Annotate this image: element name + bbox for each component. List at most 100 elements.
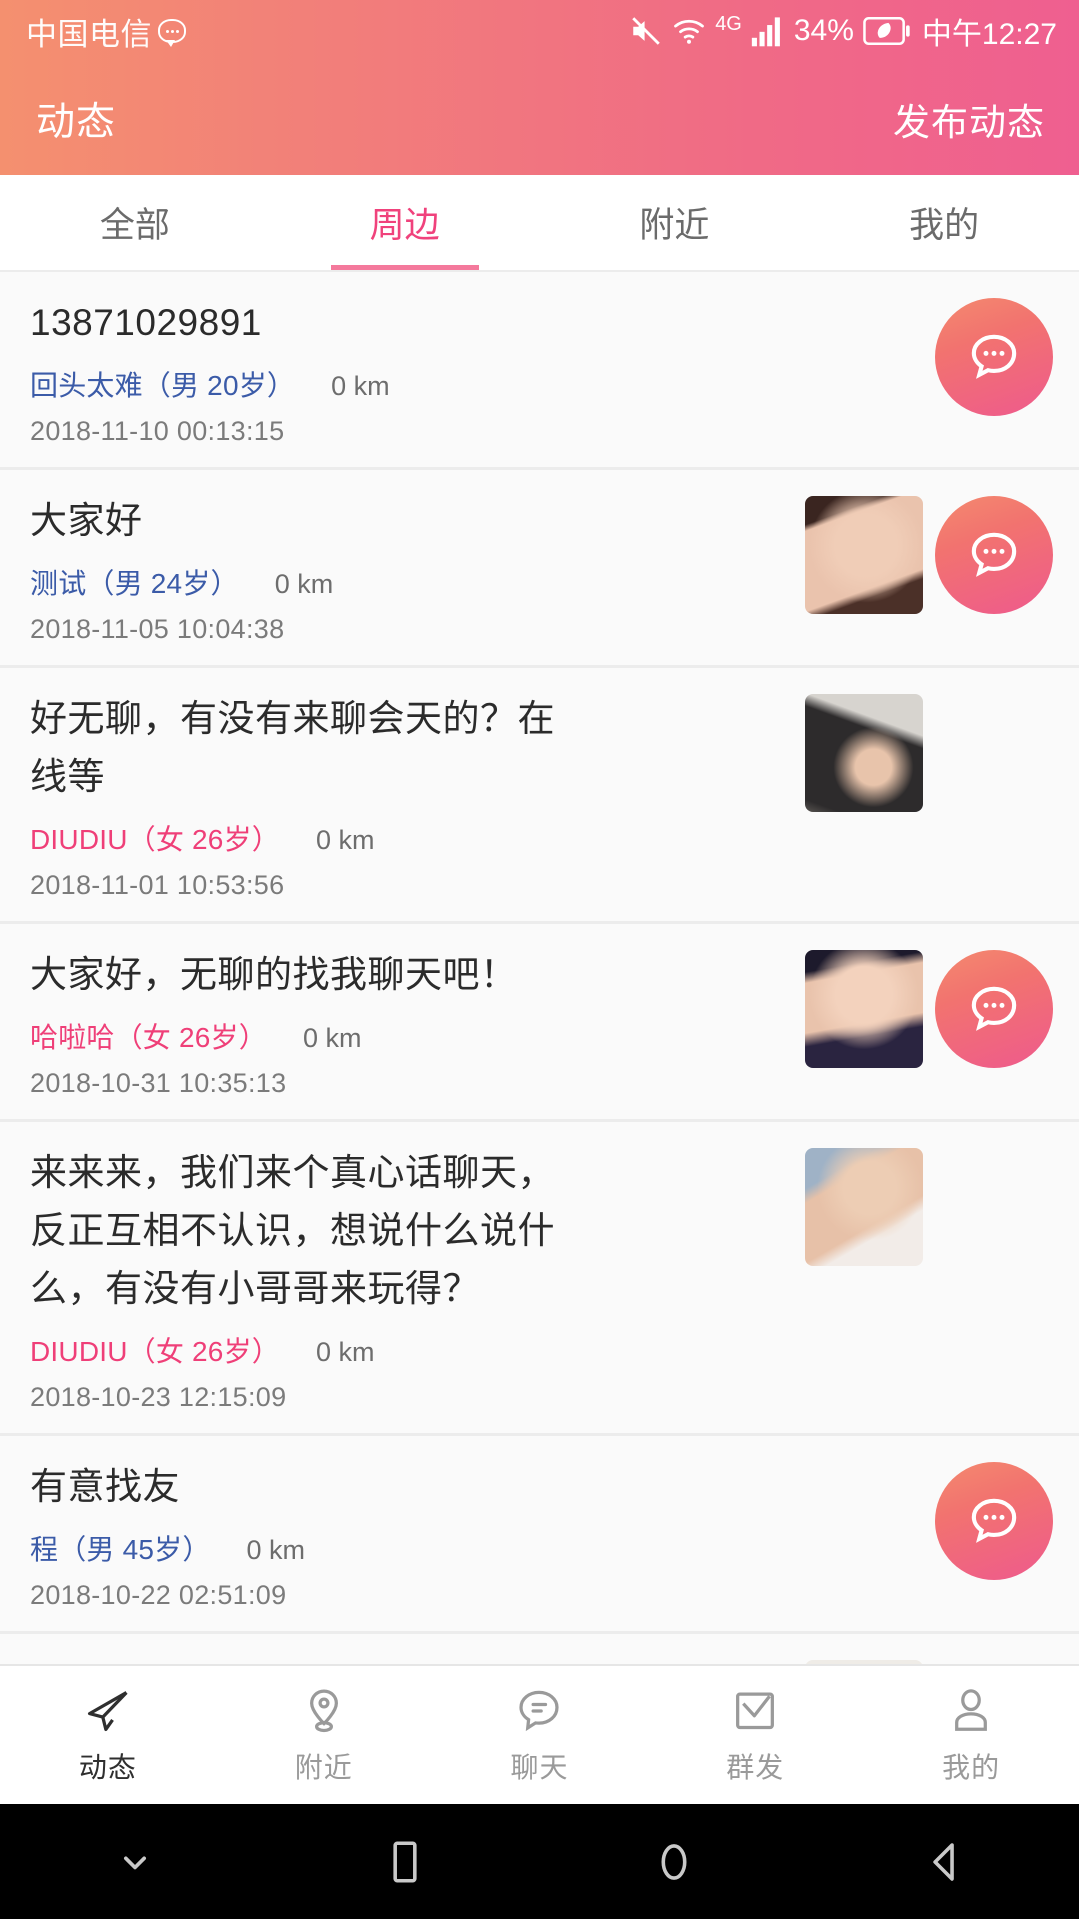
post-author[interactable]: 测试（男 24岁） [30,562,239,602]
post-time: 2018-10-23 12:15:09 [30,1382,791,1413]
list-item[interactable]: 好无聊，有没有来聊会天的？在线等 DIUDIU（女 26岁） 0 km 2018… [0,668,1079,924]
home-button[interactable] [540,1837,810,1887]
chat-button[interactable] [935,1462,1053,1580]
post-content: 大家好，无聊的找我聊天吧！ 哈啦哈（女 26岁） 0 km 2018-10-31… [30,946,805,1099]
list-item[interactable]: 大家好，无聊的找我聊天吧！ 哈啦哈（女 26岁） 0 km 2018-10-31… [0,924,1079,1122]
chat-button[interactable] [935,496,1053,614]
list-item[interactable]: 来来来，我们来个真心话聊天，反正互相不认识，想说什么说什么，有没有小哥哥来玩得？… [0,1122,1079,1436]
page-title: 动态 [36,91,116,147]
person-icon [945,1685,997,1737]
post-author[interactable]: DIUDIU（女 26岁） [30,1330,280,1370]
battery-percent-label: 34% [794,14,854,48]
bottom-nav-nearby[interactable]: 附近 [216,1666,432,1804]
bottom-nav-chat[interactable]: 聊天 [432,1666,648,1804]
recents-square-icon [383,1837,427,1887]
post-text: 好无聊，有没有来聊会天的？在线等 [30,690,590,806]
post-distance: 0 km [303,1023,362,1054]
post-meta: 测试（男 24岁） 0 km [30,562,791,602]
post-time: 2018-11-01 10:53:56 [30,870,791,901]
post-meta: 哈啦哈（女 26岁） 0 km [30,1016,791,1056]
post-content: 有意找友 程（男 45岁） 0 km 2018-10-22 02:51:09 [30,1458,805,1611]
post-content: 大家好 测试（男 24岁） 0 km 2018-11-05 10:04:38 [30,492,805,645]
post-thumbnail[interactable] [805,694,923,812]
home-circle-icon [651,1837,697,1887]
post-author[interactable]: 哈啦哈（女 26岁） [30,1016,267,1056]
back-button[interactable] [809,1837,1079,1887]
bottom-nav-mine[interactable]: 我的 [863,1666,1079,1804]
post-meta: 程（男 45岁） 0 km [30,1528,791,1568]
publish-post-button[interactable]: 发布动态 [893,92,1045,146]
carrier-name: 中国电信 [26,9,152,54]
post-text: 天气越来越冷，不开心！需要一个 [30,1656,650,1664]
post-meta: DIUDIU（女 26岁） 0 km [30,1330,791,1370]
post-content: 天气越来越冷，不开心！需要一个 [30,1656,805,1664]
post-author[interactable]: DIUDIU（女 26岁） [30,818,280,858]
post-content: 13871029891 回头太难（男 20岁） 0 km 2018-11-10 … [30,294,805,447]
status-bar: 中国电信 4G [0,0,1079,62]
bottom-nav-broadcast[interactable]: 群发 [647,1666,863,1804]
post-meta: DIUDIU（女 26岁） 0 km [30,818,791,858]
bottom-nav-label: 附近 [295,1746,353,1786]
post-author[interactable]: 回头太难（男 20岁） [30,364,295,404]
chat-bubble-icon [513,1685,565,1737]
bottom-nav-label: 群发 [726,1746,784,1786]
post-thumbnail[interactable] [805,1148,923,1266]
post-author[interactable]: 程（男 45岁） [30,1528,211,1568]
back-triangle-icon [921,1837,967,1887]
post-thumbnail[interactable] [805,1660,923,1664]
bottom-navigation: 动态 附近 聊天 [0,1664,1079,1804]
post-text: 13871029891 [30,294,791,352]
bottom-nav-dynamic[interactable]: 动态 [0,1666,216,1804]
bottom-nav-label: 我的 [942,1746,1000,1786]
post-feed[interactable]: 13871029891 回头太难（男 20岁） 0 km 2018-11-10 … [0,272,1079,1664]
chevron-down-icon [113,1840,157,1884]
battery-icon [863,17,911,45]
tab-nearby[interactable]: 附近 [540,175,810,270]
signal-bars-icon [751,15,785,47]
app-header: 动态 发布动态 [0,62,1079,175]
post-time: 2018-11-05 10:04:38 [30,614,791,645]
tab-mine[interactable]: 我的 [809,175,1079,270]
carrier-group: 中国电信 [26,9,186,54]
chat-button[interactable] [935,950,1053,1068]
list-item[interactable]: 有意找友 程（男 45岁） 0 km 2018-10-22 02:51:09 [0,1436,1079,1634]
post-time: 2018-10-31 10:35:13 [30,1068,791,1099]
envelope-check-icon [729,1685,781,1737]
status-clock: 中午12:27 [922,9,1057,53]
list-item[interactable]: 天气越来越冷，不开心！需要一个 [0,1634,1079,1664]
post-time: 2018-10-22 02:51:09 [30,1580,791,1611]
post-thumbnail[interactable] [805,496,923,614]
post-text: 大家好 [30,492,791,550]
post-content: 好无聊，有没有来聊会天的？在线等 DIUDIU（女 26岁） 0 km 2018… [30,690,805,901]
list-item[interactable]: 大家好 测试（男 24岁） 0 km 2018-11-05 10:04:38 [0,470,1079,668]
recents-button[interactable] [270,1837,540,1887]
post-thumbnail[interactable] [805,950,923,1068]
post-distance: 0 km [316,1337,375,1368]
paper-plane-icon [82,1685,134,1737]
status-icons: 4G 34% 中午12:27 [629,9,1057,53]
tab-all[interactable]: 全部 [0,175,270,270]
chat-button[interactable] [935,298,1053,416]
post-text: 有意找友 [30,1458,791,1516]
network-type-label: 4G [715,13,742,36]
post-text: 来来来，我们来个真心话聊天，反正互相不认识，想说什么说什么，有没有小哥哥来玩得？ [30,1144,590,1318]
post-distance: 0 km [247,1535,306,1566]
bottom-nav-label: 聊天 [510,1746,568,1786]
mute-icon [629,14,663,48]
hide-keyboard-button[interactable] [0,1840,270,1884]
bottom-nav-label: 动态 [79,1746,137,1786]
post-content: 来来来，我们来个真心话聊天，反正互相不认识，想说什么说什么，有没有小哥哥来玩得？… [30,1144,805,1413]
segment-tabs: 全部 周边 附近 我的 [0,175,1079,272]
post-meta: 回头太难（男 20岁） 0 km [30,364,791,404]
wifi-icon [672,16,706,46]
post-distance: 0 km [316,825,375,856]
list-item[interactable]: 13871029891 回头太难（男 20岁） 0 km 2018-11-10 … [0,272,1079,470]
map-pin-icon [298,1685,350,1737]
phone-screen: 中国电信 4G [0,0,1079,1919]
post-distance: 0 km [275,569,334,600]
tab-around[interactable]: 周边 [270,175,540,270]
post-text: 大家好，无聊的找我聊天吧！ [30,946,791,1004]
message-badge-icon [158,19,186,43]
post-time: 2018-11-10 00:13:15 [30,416,791,447]
system-navigation-bar [0,1804,1079,1919]
